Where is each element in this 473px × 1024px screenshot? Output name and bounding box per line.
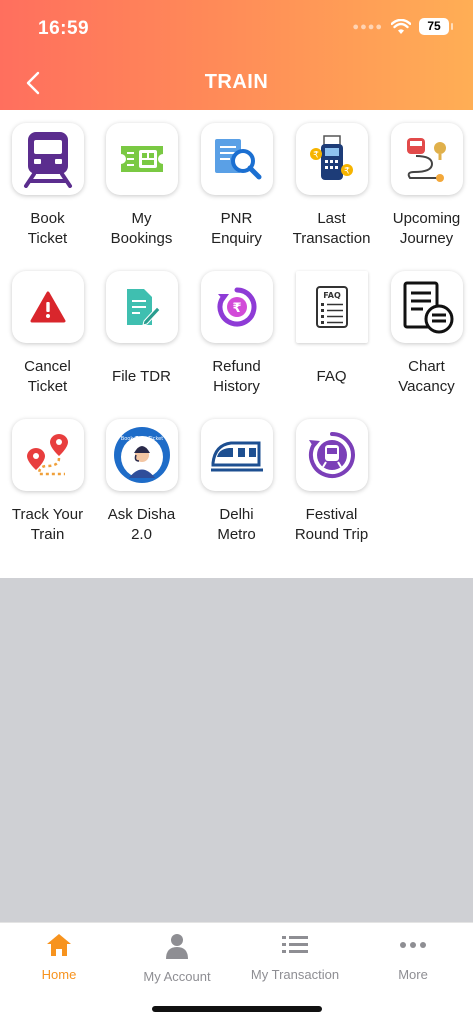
more-dots-icon bbox=[400, 942, 426, 948]
tab-label: Home bbox=[41, 967, 77, 982]
cancel-ticket-tile[interactable]: Cancel Ticket bbox=[0, 271, 95, 397]
tab-label: More bbox=[398, 967, 428, 982]
ask-disha-tile[interactable]: Book Train Ticket Ask Disha 2.0 bbox=[94, 419, 189, 545]
svg-text:₹: ₹ bbox=[344, 167, 350, 177]
tile-label: FAQ bbox=[316, 368, 347, 385]
file-tdr-tile[interactable]: File TDR bbox=[94, 271, 189, 397]
refund-history-tile[interactable]: ₹ Refund History bbox=[189, 271, 284, 397]
tile-label: Cancel Ticket bbox=[24, 358, 71, 395]
tile-label: Chart Vacancy bbox=[398, 358, 455, 395]
chart-vacancy-tile[interactable]: Chart Vacancy bbox=[379, 271, 473, 397]
tile-label: My Bookings bbox=[110, 210, 173, 247]
status-time: 16:59 bbox=[38, 18, 90, 39]
tile-label: Last Transaction bbox=[292, 210, 371, 247]
card-machine-icon: ₹ ₹ bbox=[309, 135, 353, 180]
track-your-train-tile[interactable]: Track Your Train bbox=[0, 419, 95, 545]
tile-label: Refund History bbox=[212, 358, 261, 395]
book-ticket-tile[interactable]: Book Ticket bbox=[0, 123, 95, 249]
list-icon bbox=[282, 936, 308, 953]
wifi-icon bbox=[391, 18, 411, 34]
disha-assistant-icon: Book Train Ticket bbox=[113, 427, 170, 483]
edit-document-icon bbox=[126, 289, 160, 326]
pnr-enquiry-tile[interactable]: PNR Enquiry bbox=[189, 123, 284, 249]
upcoming-journey-tile[interactable]: Upcoming Journey bbox=[379, 123, 473, 249]
svg-text:FAQ: FAQ bbox=[323, 291, 341, 300]
status-icons: ●●●● 75 bbox=[352, 18, 453, 35]
delhi-metro-tile[interactable]: Delhi Metro bbox=[189, 419, 284, 545]
tab-label: My Account bbox=[143, 969, 211, 984]
app-header: 16:59 ●●●● 75 TRAIN bbox=[0, 0, 473, 110]
svg-text:₹: ₹ bbox=[232, 301, 241, 316]
festival-round-trip-tile[interactable]: Festival Round Trip bbox=[284, 419, 379, 545]
tile-label: Book Ticket bbox=[27, 210, 68, 247]
page-title: TRAIN bbox=[204, 71, 269, 93]
tab-more[interactable]: More bbox=[354, 933, 472, 982]
tab-my-account[interactable]: My Account bbox=[118, 933, 236, 984]
metro-train-icon bbox=[210, 441, 263, 472]
tile-label: PNR Enquiry bbox=[211, 210, 262, 247]
tile-label: File TDR bbox=[112, 368, 171, 385]
my-bookings-tile[interactable]: My Bookings bbox=[94, 123, 189, 249]
tile-label: Ask Disha 2.0 bbox=[107, 506, 176, 543]
route-icon bbox=[406, 138, 446, 182]
person-icon bbox=[166, 934, 188, 959]
home-indicator bbox=[152, 1006, 322, 1012]
home-icon bbox=[47, 934, 71, 956]
last-transaction-tile[interactable]: ₹ ₹ Last Transaction bbox=[284, 123, 379, 249]
ticket-icon bbox=[120, 146, 163, 172]
faq-tile[interactable]: FAQ FAQ bbox=[284, 271, 379, 397]
rupee-refresh-icon: ₹ bbox=[217, 287, 256, 327]
tab-home[interactable]: Home bbox=[0, 933, 118, 982]
disha-badge-text: Book Train Ticket bbox=[120, 436, 162, 442]
tile-label: Delhi Metro bbox=[217, 506, 256, 543]
svg-text:₹: ₹ bbox=[313, 151, 319, 161]
tab-my-transaction[interactable]: My Transaction bbox=[236, 933, 354, 982]
tile-label: Upcoming Journey bbox=[392, 210, 461, 247]
tile-label: Track Your Train bbox=[11, 506, 84, 543]
location-track-icon bbox=[26, 434, 68, 476]
pnr-search-icon bbox=[214, 139, 261, 180]
signal-icon: ●●●● bbox=[352, 20, 383, 33]
tab-label: My Transaction bbox=[250, 967, 340, 982]
tile-label: Festival Round Trip bbox=[294, 506, 369, 543]
chart-list-icon bbox=[403, 281, 453, 334]
faq-document-icon: FAQ bbox=[315, 286, 348, 328]
train-front-icon bbox=[23, 132, 72, 188]
round-trip-train-icon bbox=[308, 432, 355, 478]
warning-icon bbox=[30, 291, 65, 323]
battery-indicator: 75 bbox=[419, 18, 453, 35]
service-grid: Book Ticket My Bookings PNR Enquiry ₹ ₹ … bbox=[0, 110, 473, 578]
